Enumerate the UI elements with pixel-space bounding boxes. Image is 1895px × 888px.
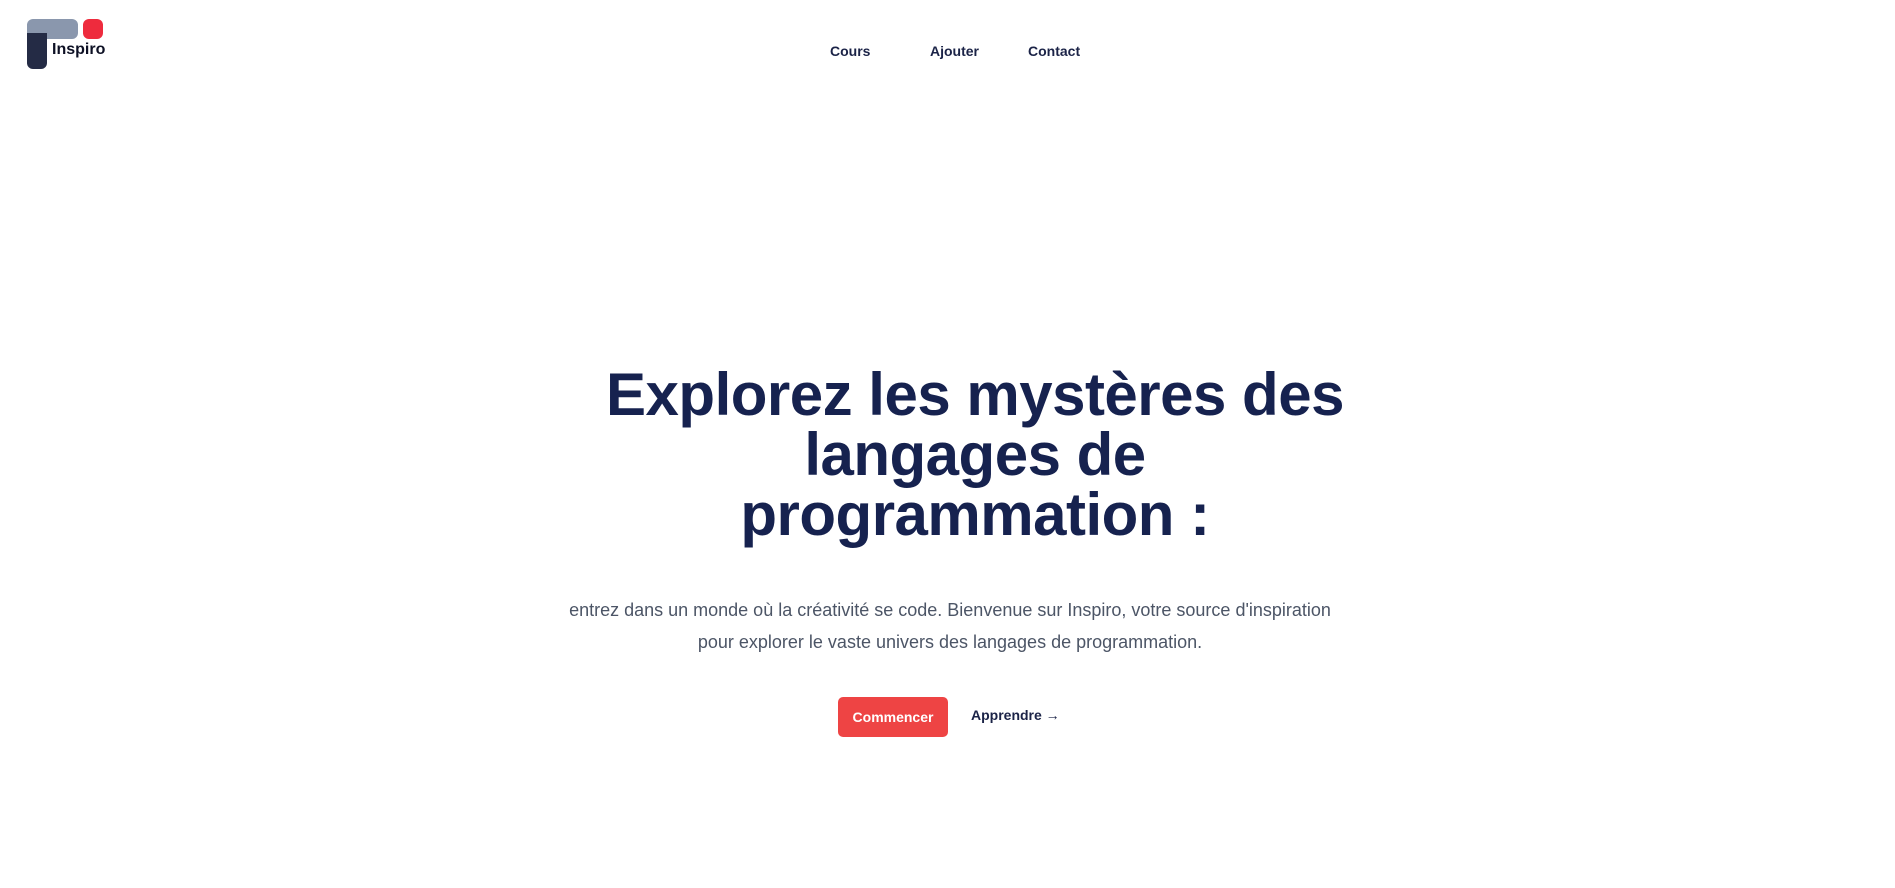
hero-title: Explorez les mystères des langages de pr… <box>606 361 1344 548</box>
nav-item-cours[interactable]: Cours <box>830 43 870 59</box>
page: Inspiro Cours Ajouter Contact Explorez l… <box>0 0 1895 888</box>
nav-item-ajouter[interactable]: Ajouter <box>930 43 979 59</box>
learn-link[interactable]: Apprendre → <box>971 707 1060 723</box>
nav-item-contact[interactable]: Contact <box>1028 43 1080 59</box>
start-button[interactable]: Commencer <box>838 697 948 737</box>
hero-description: entrez dans un monde où la créativité se… <box>569 600 1331 652</box>
main-nav: Cours Ajouter Contact <box>0 43 1895 63</box>
logo-dot-icon <box>83 19 103 39</box>
